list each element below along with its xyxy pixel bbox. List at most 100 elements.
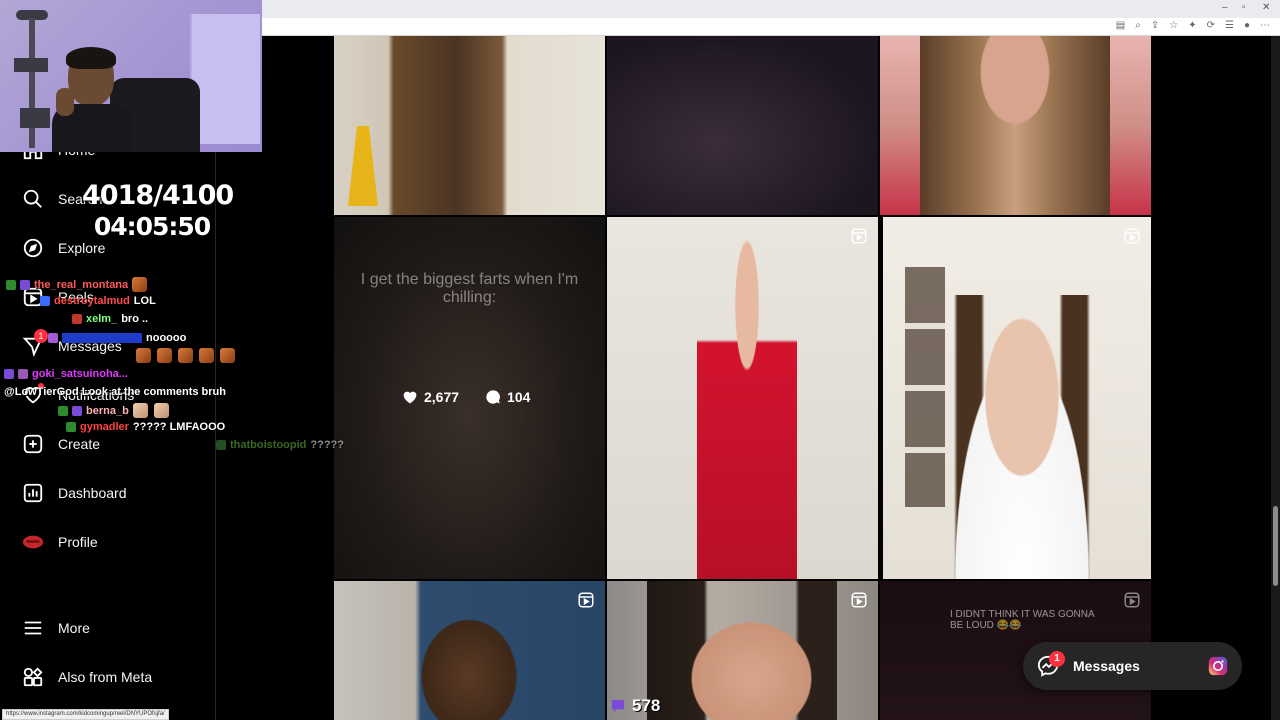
status-bar-url: https://www.instagram.com/kidcomingup/re… [2, 709, 169, 720]
comments-count: 104 [507, 389, 531, 405]
profile-icon[interactable]: ● [1244, 20, 1250, 31]
reel-tile[interactable] [334, 581, 605, 720]
reel-tile[interactable] [883, 217, 1151, 579]
screen: – ▫ ✕ ▤ ⌕ ⇪ ☆ ✦ ⟳ ☰ ● ⋯ Home Search Expl… [0, 0, 1280, 720]
sidebar-item-more[interactable]: More [22, 613, 90, 643]
streamer-hand [56, 88, 74, 116]
person [697, 237, 797, 579]
minimize-icon[interactable]: – [1222, 2, 1228, 13]
badge-icon [18, 369, 28, 379]
chat-text: ????? [310, 439, 344, 451]
likes-count: 2,677 [424, 389, 460, 405]
reel-tile[interactable] [607, 36, 878, 215]
person [414, 611, 524, 720]
badge-icon [58, 405, 68, 416]
messages-pill-label: Messages [1073, 658, 1140, 674]
close-icon[interactable]: ✕ [1262, 2, 1270, 13]
chat-message: berna_b [58, 403, 171, 418]
sync-icon[interactable]: ⟳ [1207, 20, 1215, 31]
sidebar-item-profile[interactable]: Profile [22, 527, 98, 557]
sidebar-item-also-from-meta[interactable]: Also from Meta [22, 662, 152, 692]
redacted-username [62, 333, 142, 343]
messages-pill-badge: 1 [1049, 651, 1065, 667]
sidebar-item-dashboard[interactable]: Dashboard [22, 478, 127, 508]
reels-icon [1124, 592, 1140, 608]
reels-icon [578, 592, 594, 608]
reels-icon [1124, 228, 1140, 244]
chat-username[interactable]: the_real_montana [34, 279, 128, 291]
emote-icon [132, 277, 148, 292]
emote-icon [199, 348, 214, 363]
viewer-count-value: 578 [632, 696, 661, 715]
chat-message: the_real_montana [6, 277, 149, 292]
bookmarks-icon[interactable]: ☰ [1225, 20, 1234, 31]
reel-tile[interactable]: I get the biggest farts when I'm chillin… [334, 217, 605, 579]
chat-username[interactable]: berna_b [86, 405, 129, 417]
door [190, 14, 260, 144]
plus-square-icon [22, 433, 44, 455]
chat-username[interactable]: thatboistoopid [230, 439, 306, 451]
extensions-icon[interactable]: ✦ [1188, 20, 1196, 31]
emote-icon [136, 348, 151, 363]
progress-counter: 4018/4100 [82, 180, 234, 211]
badge-icon [72, 405, 82, 416]
likes-stat: 2,677 [402, 389, 459, 405]
chat-username[interactable]: xelm_ [86, 313, 117, 325]
maximize-icon[interactable]: ▫ [1242, 2, 1246, 13]
menu-dots-icon[interactable]: ⋯ [1260, 20, 1270, 31]
search-icon [22, 188, 44, 210]
reader-icon[interactable]: ▤ [1116, 20, 1125, 31]
person [920, 36, 1110, 215]
star-icon[interactable]: ☆ [1169, 20, 1178, 31]
viewer-icon [612, 700, 624, 712]
chat-message: destroytalmud LOL [40, 295, 156, 307]
chat-message: thatboistoopid ????? [216, 439, 344, 451]
badge-icon [72, 314, 82, 324]
comment-icon [486, 390, 500, 404]
reels-icon [851, 228, 867, 244]
sidebar-item-label: Also from Meta [58, 669, 153, 685]
emote-icon [153, 403, 169, 418]
tile-stats: 2,677 104 [402, 389, 530, 405]
emote-icon [178, 348, 193, 363]
avatar [22, 531, 44, 553]
sidebar-item-label: More [58, 620, 90, 636]
share-icon[interactable]: ⇪ [1151, 20, 1159, 31]
comments-stat: 104 [485, 389, 530, 405]
zoom-icon[interactable]: ⌕ [1135, 20, 1141, 31]
chat-message: goki_satsuinoha... @LowTierGod Look at t… [4, 368, 334, 401]
tile-caption: I get the biggest farts when I'm chillin… [360, 271, 579, 306]
scrollbar-thumb[interactable] [1273, 506, 1278, 586]
sidebar-item-label: Create [58, 436, 101, 452]
reel-tile[interactable] [334, 36, 605, 215]
chat-username[interactable]: gymadler [80, 421, 129, 433]
badge-icon [66, 422, 76, 432]
viewer-count: 578 [610, 696, 660, 716]
browser-address-bar[interactable]: ▤ ⌕ ⇪ ☆ ✦ ⟳ ☰ ● ⋯ [262, 18, 1280, 36]
tile-caption: I DIDNT THINK IT WAS GONNA BE LOUD 😂😂 [950, 609, 1095, 631]
badge-icon [4, 369, 14, 379]
sidebar-item-label: Profile [58, 534, 98, 550]
badge-icon [20, 279, 30, 290]
chat-message: gymadler ????? LMFAOOO [66, 421, 225, 433]
sidebar-item-create[interactable]: Create [22, 429, 100, 459]
webcam-overlay [0, 0, 262, 152]
reels-grid: I get the biggest farts when I'm chillin… [334, 36, 1151, 720]
badge-icon [40, 296, 50, 306]
chat-username[interactable]: destroytalmud [54, 295, 130, 307]
reel-tile[interactable] [880, 36, 1151, 215]
dashboard-icon [22, 482, 44, 504]
chat-text: nooooo [146, 332, 187, 344]
emote-icon [157, 348, 172, 363]
chat-username[interactable]: goki_satsuinoha... [32, 368, 128, 380]
badge-icon [48, 333, 58, 343]
page-scrollbar[interactable] [1271, 36, 1280, 720]
person [647, 581, 837, 720]
wet-floor-sign [348, 126, 378, 206]
reel-tile[interactable] [607, 217, 878, 579]
meta-apps-icon [22, 666, 44, 688]
emote-icon [220, 348, 235, 363]
heart-filled-icon [403, 391, 417, 404]
stream-timer: 04:05:50 [93, 212, 211, 241]
chat-message: xelm_ bro .. [72, 313, 148, 325]
